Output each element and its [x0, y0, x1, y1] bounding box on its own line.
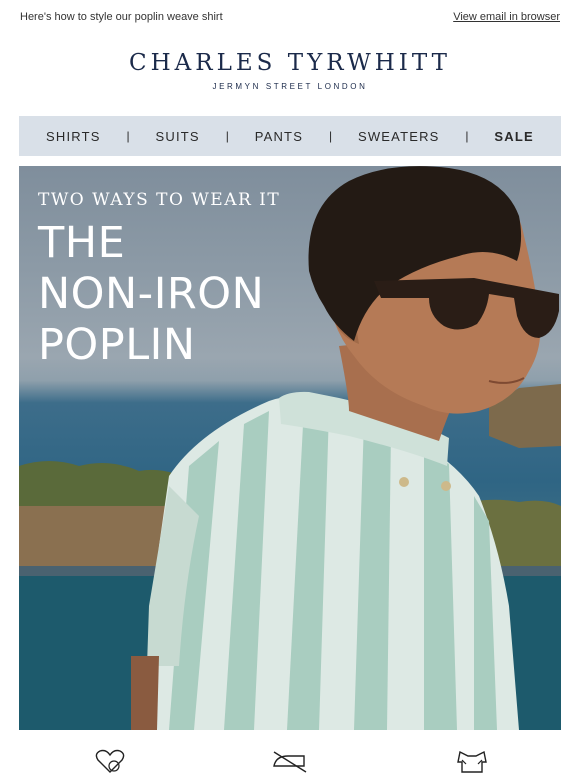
view-in-browser-link[interactable]: View email in browser — [453, 11, 560, 23]
brand-logo[interactable]: CHARLES TYRWHITT JERMYN STREET LONDON — [0, 50, 580, 91]
headline-line: THE — [38, 218, 126, 268]
nav-item-pants[interactable]: PANTS — [255, 129, 303, 144]
hero-kicker: TWO WAYS TO WEAR IT — [38, 190, 281, 210]
nav-separator: | — [126, 129, 130, 143]
preheader-text: Here's how to style our poplin weave shi… — [20, 11, 223, 23]
nav-item-sale[interactable]: SALE — [494, 129, 533, 144]
hero-banner[interactable]: TWO WAYS TO WEAR IT THE NON-IRON POPLIN — [19, 166, 561, 730]
preheader: Here's how to style our poplin weave shi… — [0, 0, 580, 36]
collar-button — [441, 481, 451, 491]
nav-item-sweaters[interactable]: SWEATERS — [358, 129, 440, 144]
brand-name: CHARLES TYRWHITT — [129, 50, 451, 76]
category-nav: SHIRTS | SUITS | PANTS | SWEATERS | SALE — [19, 116, 561, 156]
brand-tagline: JERMYN STREET LONDON — [212, 82, 368, 91]
feature-icons-row — [0, 748, 580, 774]
nav-item-shirts[interactable]: SHIRTS — [46, 129, 101, 144]
no-iron-icon — [273, 751, 307, 773]
headline-line: POPLIN — [38, 320, 196, 370]
headline-line: NON-IRON — [38, 269, 265, 319]
hero-headline: THE NON-IRON POPLIN — [38, 218, 264, 371]
arm — [131, 656, 159, 730]
nav-item-suits[interactable]: SUITS — [156, 129, 200, 144]
stretch-fit-icon — [457, 750, 487, 773]
nav-separator: | — [465, 129, 469, 143]
collar-button — [399, 477, 409, 487]
nav-separator: | — [328, 129, 333, 143]
care-heart-icon — [95, 749, 125, 773]
nav-separator: | — [225, 129, 229, 143]
